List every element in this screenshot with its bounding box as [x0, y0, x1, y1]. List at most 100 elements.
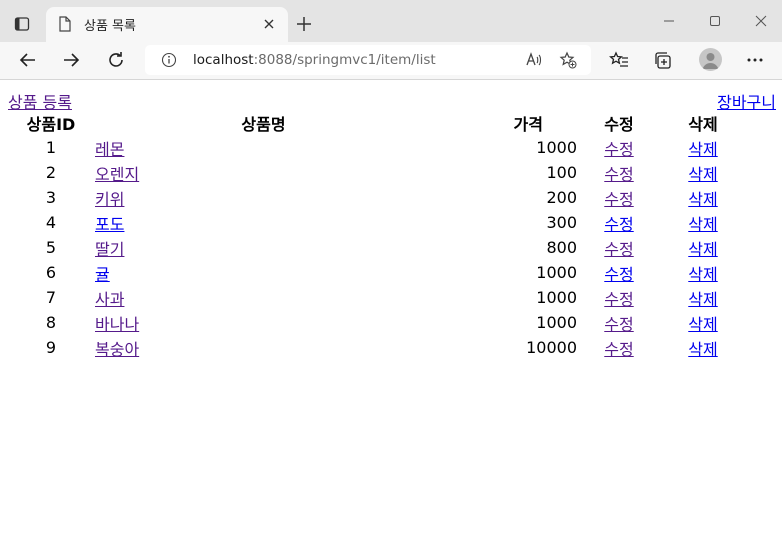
back-icon[interactable]	[18, 50, 38, 70]
add-favorite-icon[interactable]	[559, 51, 577, 69]
product-name-cell: 오렌지	[78, 160, 449, 185]
edit-link[interactable]: 수정	[604, 340, 633, 359]
price-cell: 1000	[536, 263, 577, 282]
edit-cell: 수정	[577, 285, 661, 310]
edit-link[interactable]: 수정	[604, 290, 633, 309]
header-product-id: 상품ID	[26, 114, 76, 134]
product-name-cell: 키위	[78, 185, 449, 210]
forward-icon[interactable]	[61, 50, 81, 70]
window-close-icon[interactable]	[754, 14, 768, 28]
delete-link[interactable]: 삭제	[688, 315, 717, 334]
product-name-cell: 바나나	[78, 310, 449, 335]
product-id-cell: 4	[45, 213, 57, 232]
product-name-link[interactable]: 오렌지	[95, 165, 139, 184]
url-host: localhost	[193, 52, 254, 68]
edit-link[interactable]: 수정	[604, 315, 633, 334]
delete-link[interactable]: 삭제	[688, 215, 717, 234]
product-id-cell: 2	[45, 163, 57, 182]
close-tab-icon[interactable]	[262, 17, 276, 31]
browser-toolbar: localhost:8088/springmvc1/item/list	[0, 42, 782, 80]
delete-link[interactable]: 삭제	[688, 340, 717, 359]
header-price: 가격	[513, 114, 543, 134]
delete-link[interactable]: 삭제	[688, 240, 717, 259]
site-info-icon[interactable]	[161, 52, 177, 68]
read-aloud-icon[interactable]	[525, 51, 543, 69]
edit-cell: 수정	[577, 235, 661, 260]
table-row: 4 포도 300 수정 삭제	[24, 210, 745, 235]
product-name-cell: 포도	[78, 210, 449, 235]
product-id-cell: 1	[45, 138, 57, 157]
edit-link[interactable]: 수정	[604, 140, 633, 159]
delete-link[interactable]: 삭제	[688, 140, 717, 159]
table-row: 7 사과 1000 수정 삭제	[24, 285, 745, 310]
delete-cell: 삭제	[661, 335, 745, 360]
delete-cell: 삭제	[661, 210, 745, 235]
maximize-icon[interactable]	[708, 14, 722, 28]
product-id-cell: 6	[45, 263, 57, 282]
product-name-cell: 귤	[78, 260, 449, 285]
address-bar[interactable]: localhost:8088/springmvc1/item/list	[145, 45, 591, 75]
delete-link[interactable]: 삭제	[688, 165, 717, 184]
delete-cell: 삭제	[661, 185, 745, 210]
table-row: 1 레몬 1000 수정 삭제	[24, 135, 745, 160]
minimize-icon[interactable]	[662, 14, 676, 28]
tab-actions-icon[interactable]	[10, 12, 34, 36]
price-cell: 300	[546, 213, 577, 232]
table-row: 2 오렌지 100 수정 삭제	[24, 160, 745, 185]
product-name-link[interactable]: 딸기	[95, 240, 124, 259]
reload-icon[interactable]	[106, 50, 126, 70]
product-name-cell: 사과	[78, 285, 449, 310]
edit-cell: 수정	[577, 135, 661, 160]
product-name-cell: 딸기	[78, 235, 449, 260]
favorites-icon[interactable]	[609, 50, 629, 70]
edit-link[interactable]: 수정	[604, 165, 633, 184]
tab-strip: 상품 목록	[0, 0, 782, 42]
price-cell: 800	[546, 238, 577, 257]
edit-cell: 수정	[577, 160, 661, 185]
edit-cell: 수정	[577, 210, 661, 235]
active-tab[interactable]: 상품 목록	[46, 7, 288, 42]
product-name-link[interactable]: 사과	[95, 290, 124, 309]
url-text[interactable]: localhost:8088/springmvc1/item/list	[193, 52, 436, 68]
table-header-row: 상품ID 상품명 가격 수정 삭제	[24, 110, 745, 135]
product-name-link[interactable]: 복숭아	[95, 340, 139, 359]
edit-link[interactable]: 수정	[604, 240, 633, 259]
product-id-cell: 3	[45, 188, 57, 207]
table-row: 3 키위 200 수정 삭제	[24, 185, 745, 210]
edit-link[interactable]: 수정	[604, 265, 633, 284]
edit-cell: 수정	[577, 335, 661, 360]
delete-cell: 삭제	[661, 310, 745, 335]
product-name-cell: 레몬	[78, 135, 449, 160]
edit-link[interactable]: 수정	[604, 215, 633, 234]
new-tab-icon[interactable]	[296, 16, 312, 32]
profile-icon	[702, 53, 719, 69]
header-product-name: 상품명	[241, 114, 286, 134]
header-edit: 수정	[604, 114, 634, 134]
product-name-link[interactable]: 귤	[95, 265, 110, 284]
edit-cell: 수정	[577, 310, 661, 335]
edit-cell: 수정	[577, 185, 661, 210]
product-name-link[interactable]: 키위	[95, 190, 124, 209]
table-row: 9 복숭아 10000 수정 삭제	[24, 335, 745, 360]
product-name-link[interactable]: 포도	[95, 215, 124, 234]
more-options-icon[interactable]	[745, 50, 765, 70]
price-cell: 10000	[526, 338, 577, 357]
tab-title: 상품 목록	[84, 19, 136, 34]
table-row: 6 귤 1000 수정 삭제	[24, 260, 745, 285]
delete-link[interactable]: 삭제	[688, 290, 717, 309]
table-row: 8 바나나 1000 수정 삭제	[24, 310, 745, 335]
page-icon	[59, 16, 71, 32]
product-id-cell: 5	[45, 238, 57, 257]
table-row: 5 딸기 800 수정 삭제	[24, 235, 745, 260]
page-content: 상품 등록 장바구니 상품ID 상품명 가격 수정 삭제 1 레몬 1000 수정 삭제…	[0, 80, 782, 549]
product-name-link[interactable]: 레몬	[95, 140, 124, 159]
product-id-cell: 8	[45, 313, 57, 332]
edit-cell: 수정	[577, 260, 661, 285]
edit-link[interactable]: 수정	[604, 190, 633, 209]
product-name-link[interactable]: 바나나	[95, 315, 139, 334]
product-id-cell: 7	[45, 288, 57, 307]
delete-link[interactable]: 삭제	[688, 265, 717, 284]
profile-avatar[interactable]	[699, 48, 722, 71]
delete-link[interactable]: 삭제	[688, 190, 717, 209]
collections-icon[interactable]	[653, 50, 673, 70]
